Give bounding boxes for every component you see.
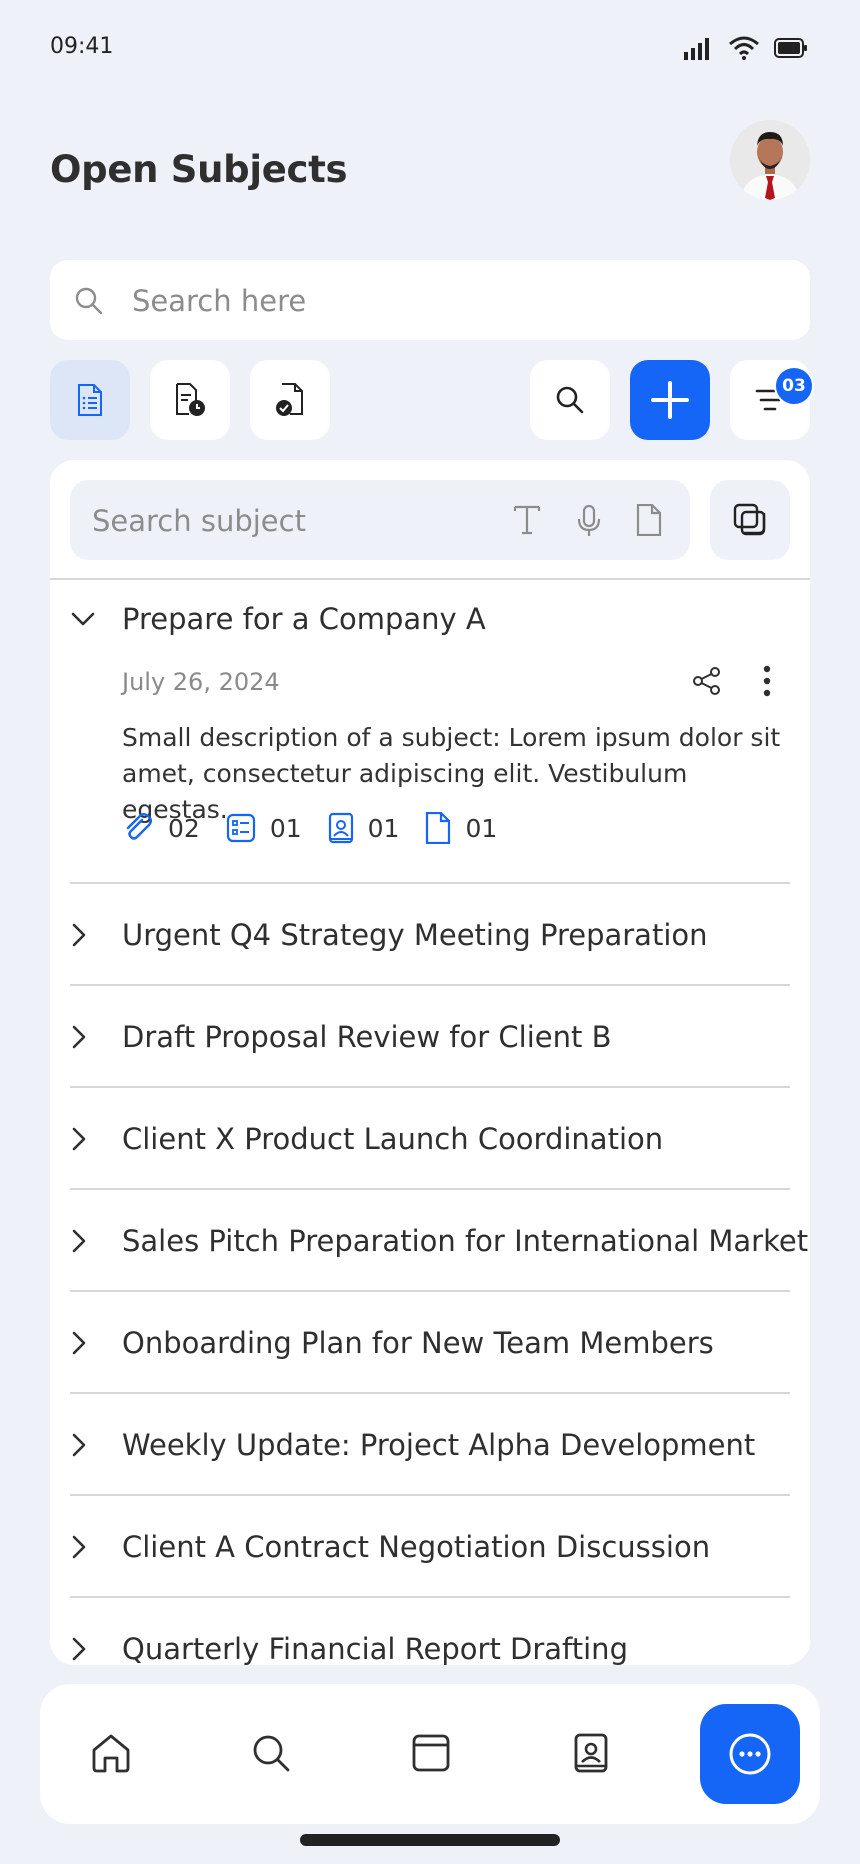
- search-icon[interactable]: [250, 1732, 292, 1774]
- chevron-down-icon[interactable]: [70, 610, 96, 628]
- home-indicator: [300, 1834, 560, 1846]
- completed-subjects-tab[interactable]: [250, 360, 330, 440]
- status-icons: [684, 36, 808, 60]
- lists-count[interactable]: 01: [226, 813, 302, 843]
- subject-row-title: Onboarding Plan for New Team Members: [122, 1326, 714, 1360]
- subject-title[interactable]: Prepare for a Company A: [122, 602, 486, 636]
- subject-row-title: Sales Pitch Preparation for Internationa…: [122, 1224, 809, 1258]
- divider: [50, 578, 810, 580]
- plus-icon: [651, 381, 689, 419]
- chevron-right-icon: [70, 1126, 88, 1152]
- subject-row-title: Urgent Q4 Strategy Meeting Preparation: [122, 918, 708, 952]
- all-subjects-tab[interactable]: [50, 360, 130, 440]
- checklist-icon: [226, 813, 256, 843]
- filter-button[interactable]: 03: [730, 360, 814, 440]
- search-input[interactable]: [130, 260, 784, 342]
- wifi-icon: [728, 36, 760, 60]
- battery-icon: [774, 38, 808, 58]
- subject-search-bar[interactable]: [70, 480, 690, 562]
- subject-row[interactable]: Quarterly Financial Report Drafting: [70, 1596, 790, 1665]
- copy-icon: [733, 503, 767, 537]
- subject-row-title: Draft Proposal Review for Client B: [122, 1020, 612, 1054]
- bottom-nav: [40, 1684, 820, 1824]
- subject-date: July 26, 2024: [122, 668, 280, 696]
- add-subject-button[interactable]: [630, 360, 710, 440]
- document-icon: [425, 812, 451, 844]
- status-time: 09:41: [50, 34, 114, 59]
- documents-count[interactable]: 01: [425, 812, 497, 844]
- subject-row[interactable]: Client A Contract Negotiation Discussion: [70, 1494, 790, 1596]
- chat-bubble-icon: [727, 1731, 773, 1777]
- document-clock-icon: [174, 383, 206, 417]
- chat-button[interactable]: [700, 1704, 800, 1804]
- chevron-right-icon: [70, 1432, 88, 1458]
- microphone-icon[interactable]: [576, 504, 602, 538]
- subjects-card: Prepare for a Company A July 26, 2024 Sm…: [50, 460, 810, 1665]
- pending-subjects-tab[interactable]: [150, 360, 230, 440]
- chevron-right-icon: [70, 1330, 88, 1356]
- subject-search-input[interactable]: [90, 480, 494, 562]
- chevron-right-icon: [70, 1228, 88, 1254]
- subject-row[interactable]: Weekly Update: Project Alpha Development: [70, 1392, 790, 1494]
- copy-button[interactable]: [710, 480, 790, 560]
- subject-meta: 02 01 01 01: [122, 812, 523, 844]
- more-options-icon[interactable]: [760, 664, 774, 698]
- chevron-right-icon: [70, 1636, 88, 1662]
- paperclip-icon: [122, 812, 154, 844]
- subject-row[interactable]: Client X Product Launch Coordination: [70, 1086, 790, 1188]
- avatar[interactable]: [730, 120, 810, 200]
- document-icon[interactable]: [636, 504, 662, 536]
- subject-row[interactable]: Draft Proposal Review for Client B: [70, 984, 790, 1086]
- subject-row-title: Quarterly Financial Report Drafting: [122, 1632, 628, 1665]
- search-icon: [74, 286, 104, 316]
- list-document-icon: [76, 384, 104, 416]
- chevron-right-icon: [70, 1534, 88, 1560]
- subject-row-title: Client A Contract Negotiation Discussion: [122, 1530, 711, 1564]
- contact-book-icon: [328, 812, 354, 844]
- subject-row-title: Client X Product Launch Coordination: [122, 1122, 664, 1156]
- subject-row[interactable]: Urgent Q4 Strategy Meeting Preparation: [70, 882, 790, 984]
- search-bar[interactable]: [50, 260, 810, 342]
- search-button[interactable]: [530, 360, 610, 440]
- page-title: Open Subjects: [50, 148, 348, 191]
- attachments-count[interactable]: 02: [122, 812, 200, 844]
- subject-row-title: Weekly Update: Project Alpha Development: [122, 1428, 756, 1462]
- chevron-right-icon: [70, 922, 88, 948]
- cellular-signal-icon: [684, 36, 714, 60]
- contacts-icon[interactable]: [570, 1732, 612, 1774]
- document-check-icon: [274, 383, 306, 417]
- subject-row[interactable]: Sales Pitch Preparation for Internationa…: [70, 1188, 808, 1290]
- contacts-count[interactable]: 01: [328, 812, 399, 844]
- calendar-icon[interactable]: [410, 1732, 452, 1774]
- share-icon[interactable]: [692, 666, 722, 696]
- home-icon[interactable]: [90, 1732, 132, 1774]
- search-icon: [555, 385, 585, 415]
- subject-row[interactable]: Onboarding Plan for New Team Members: [70, 1290, 790, 1392]
- text-type-icon[interactable]: [512, 504, 542, 536]
- filter-count-badge: 03: [774, 366, 814, 406]
- chevron-right-icon: [70, 1024, 88, 1050]
